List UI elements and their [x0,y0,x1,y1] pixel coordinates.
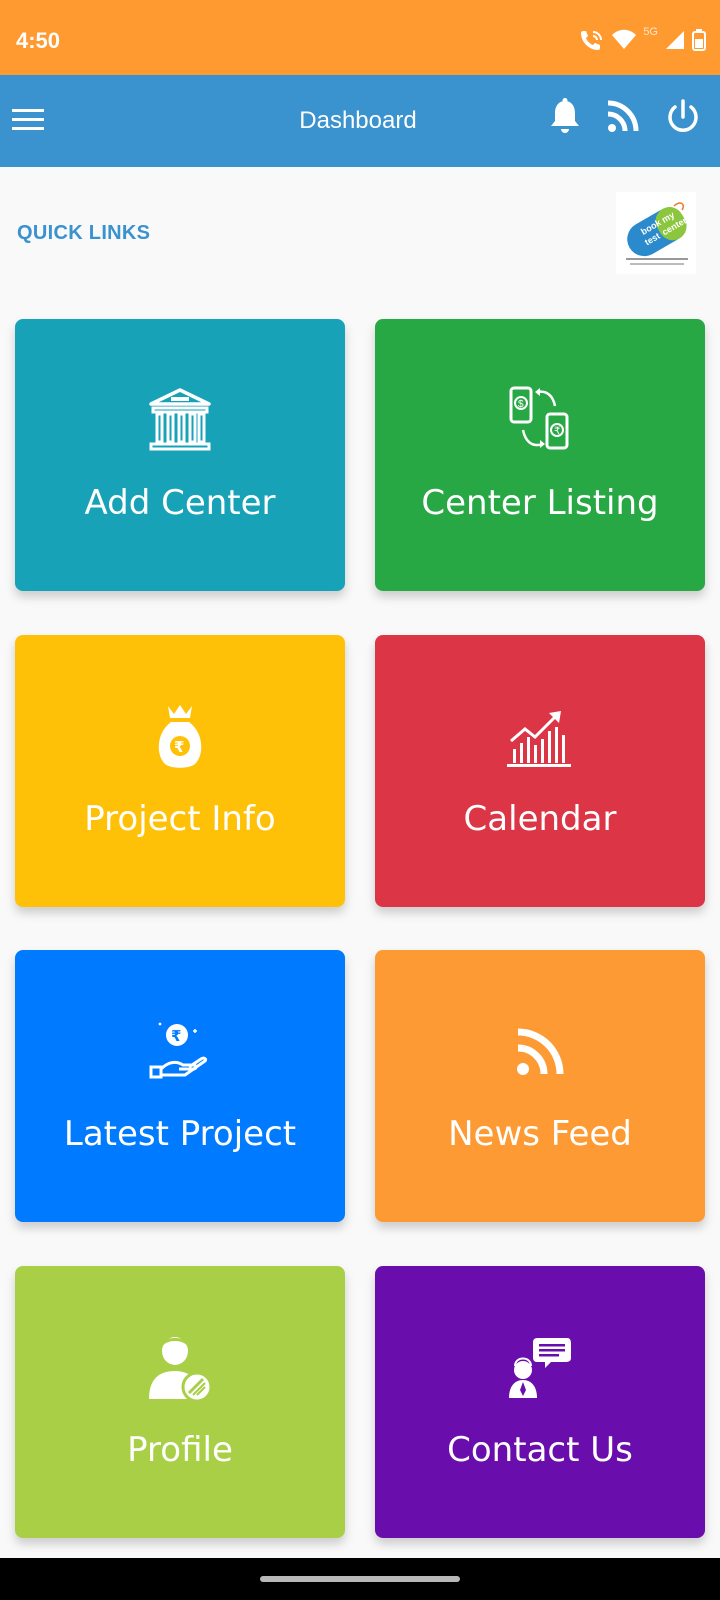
quick-links-heading: QUICK LINKS [17,222,151,244]
power-icon [668,99,698,132]
svg-text:₹: ₹ [171,1027,181,1045]
tile-news-feed[interactable]: News Feed [375,950,705,1222]
coin-hand-icon: ₹ [15,1014,345,1090]
rss-icon [375,1014,705,1090]
wifi-call-icon [581,31,603,50]
home-gesture-handle[interactable] [260,1576,460,1582]
tile-label: Project Info [84,799,276,839]
tile-label: Calendar [463,799,617,839]
tile-contact-us[interactable]: Contact Us [375,1266,705,1538]
money-bag-icon: ₹ [15,699,345,775]
phone-transfer-icon: $ ₹ [375,383,705,459]
tile-project-info[interactable]: ₹ Project Info [15,635,345,907]
wifi-icon [612,29,637,49]
tile-profile[interactable]: Profile [15,1266,345,1538]
tile-label: Contact Us [447,1430,633,1470]
tile-label: Latest Project [63,1114,297,1154]
svg-text:$: $ [518,399,524,410]
tile-label: News Feed [448,1114,632,1154]
tile-label: Add Center [84,483,276,523]
system-nav-bar [0,1558,720,1600]
app-bar: Dashboard [0,75,720,167]
tile-latest-project[interactable]: ₹ Latest Project [15,950,345,1222]
battery-icon [692,29,706,51]
signal-icon [666,31,684,49]
status-bar: 4:50 5G [0,0,720,75]
bank-icon [15,383,345,459]
tile-label: Center Listing [421,483,659,523]
network-type: 5G [643,26,658,38]
notifications-button[interactable] [548,97,582,137]
bell-icon [551,98,579,133]
tile-center-listing[interactable]: $ ₹ Center Listing [375,319,705,591]
page-title-text: Dashboard [299,107,417,134]
user-profile-icon [15,1330,345,1406]
support-chat-icon [375,1330,705,1406]
tile-label: Profile [127,1430,233,1470]
logout-button[interactable] [664,97,702,137]
status-time: 4:50 [16,28,61,53]
svg-text:₹: ₹ [174,738,184,756]
rss-icon [607,100,639,132]
brand-logo: book my test center [616,192,696,274]
tile-calendar[interactable]: Calendar [375,635,705,907]
growth-chart-icon [375,699,705,775]
tile-add-center[interactable]: Add Center [15,319,345,591]
status-icons: 5G [579,26,706,52]
brand-logo-graphic: book my test center [626,202,689,265]
svg-text:₹: ₹ [554,426,560,437]
rss-button[interactable] [606,99,640,135]
